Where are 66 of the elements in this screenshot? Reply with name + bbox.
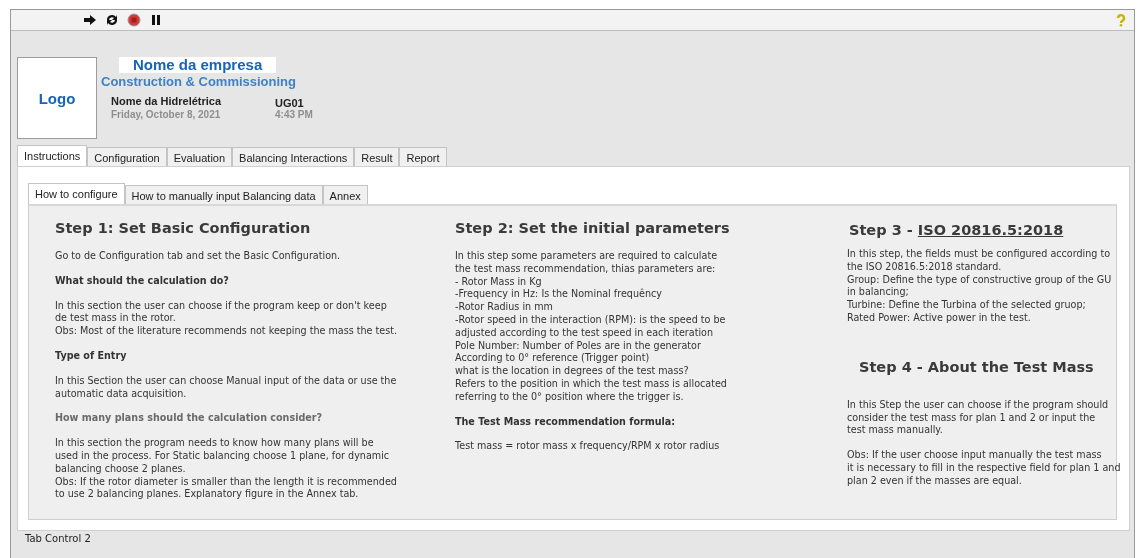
section-label: Type of Entry bbox=[55, 350, 128, 363]
instruction-line: Group: Define the type of constructive group of the GU bbox=[847, 273, 1113, 287]
instruction-line: In this step, the fields must be configured according to bbox=[847, 248, 1112, 261]
instruction-line: what is the location in degrees of the test mass? bbox=[455, 365, 690, 378]
main-tab[interactable]: Instructions bbox=[17, 145, 88, 166]
instruction-line: used in the process. For Static balancing choose 1 plane, for dynamic bbox=[55, 449, 391, 463]
instruction-line: -Rotor speed in the interaction (RPM): is the speed to be bbox=[455, 314, 727, 327]
instruction-line: In this Step the user can choose if the program should bbox=[847, 398, 1110, 412]
instruction-line: Go to de Configuration tab and set the Basic Configuration. bbox=[55, 250, 342, 263]
instruction-line: -Rotor Radius in mm bbox=[455, 301, 554, 314]
instruction-line: adjusted according to the test speed in each iteration bbox=[455, 326, 715, 340]
step-heading: Step 2: Set the initial parameters bbox=[455, 220, 731, 236]
instruction-line: Turbine: Define the Turbina of the selected gruop; bbox=[847, 299, 1087, 312]
time-text: 4:43 PM bbox=[275, 109, 313, 120]
instruction-line: the ISO 20816.5:2018 standard. bbox=[847, 260, 1003, 274]
tab-control-label: Tab Control 2 bbox=[25, 533, 92, 544]
instruction-line: Pole Number: Number of Poles are in the generator bbox=[455, 339, 702, 353]
stop-icon[interactable] bbox=[127, 13, 141, 27]
instruction-line: test mass manually. bbox=[847, 424, 944, 438]
instruction-line: plan 2 even if the masses are equal. bbox=[847, 474, 1023, 488]
instruction-line: to use 2 balancing planes. Explanatory figure in the Annex tab. bbox=[55, 488, 360, 502]
instruction-line: in balancing; bbox=[847, 286, 910, 300]
instruction-line: In this section the user can choose if the program keep or don't keep bbox=[55, 299, 388, 313]
sub-tab[interactable]: How to configure bbox=[28, 183, 125, 204]
standard-link[interactable]: ISO 20816.5:2018 bbox=[917, 222, 1064, 238]
instruction-line: it is necessary to fill in the respective field for plan 1 and bbox=[847, 461, 1121, 475]
section-label: The Test Mass recommendation formula: bbox=[455, 415, 677, 429]
instruction-line: Refers to the position in which the test mass is allocated bbox=[455, 377, 728, 391]
instruction-line: de test mass in the rotor. bbox=[55, 312, 177, 326]
instruction-line: In this step some parameters are required to calculate bbox=[455, 250, 719, 263]
main-tab[interactable]: Configuration bbox=[87, 147, 167, 166]
main-tab[interactable]: Result bbox=[354, 147, 400, 166]
instruction-line: -Frequency in Hz: Is the Nominal frequêncy bbox=[455, 288, 663, 302]
instruction-line: balancing choose 2 planes. bbox=[55, 462, 187, 476]
step-heading: Step 3 - bbox=[849, 222, 914, 238]
sub-tab[interactable]: Annex bbox=[322, 185, 368, 204]
instruction-line: In this section the program needs to know how many plans will be bbox=[55, 437, 375, 450]
pause-icon[interactable] bbox=[149, 13, 163, 27]
sub-tab[interactable]: How to manually input Balancing data bbox=[124, 185, 323, 204]
step-heading: Step 1: Set Basic Configuration bbox=[55, 220, 312, 236]
instruction-line: automatic data acquisition. bbox=[55, 387, 188, 401]
main-tab[interactable]: Report bbox=[399, 147, 447, 166]
instruction-line: Test mass = rotor mass x frequency/RPM x rotor radius bbox=[455, 440, 721, 454]
logo-text: Logo bbox=[38, 89, 76, 107]
instruction-line: - Rotor Mass in Kg bbox=[455, 275, 543, 289]
instruction-line: Obs: If the rotor diameter is smaller than the length it is recommended bbox=[55, 475, 398, 489]
main-tab[interactable]: Balancing Interactions bbox=[232, 147, 355, 166]
instruction-line: Obs: Most of the literature recommends not keeping the mass the test. bbox=[55, 325, 398, 338]
instruction-line: consider the test mass for plan 1 and 2 or input the bbox=[847, 411, 1097, 425]
refresh-icon[interactable] bbox=[105, 13, 119, 27]
instruction-line: According to 0° reference (Trigger point) bbox=[455, 352, 651, 366]
date-text: Friday, October 8, 2021 bbox=[111, 109, 222, 120]
instruction-line: Obs: If the user choose input manually the test mass bbox=[847, 449, 1103, 462]
section-label: How many plans should the calculation consider? bbox=[55, 412, 324, 426]
unit-name: UG01 bbox=[275, 96, 305, 109]
company-name: Nome da empresa bbox=[119, 57, 277, 73]
instruction-line: Rated Power: Active power in the test. bbox=[847, 312, 1032, 325]
instruction-line: the test mass recommendation, thias parameters are: bbox=[455, 262, 717, 276]
company-subtitle: Construction & Commissioning bbox=[101, 74, 297, 89]
step-heading: Step 4 - About the Test Mass bbox=[859, 358, 1095, 375]
plant-name: Nome da Hidrelétrica bbox=[111, 94, 223, 109]
instruction-line: In this Section the user can choose Manual input of the data or use the bbox=[55, 374, 398, 388]
section-label: What should the calculation do? bbox=[55, 274, 230, 288]
main-tab[interactable]: Evaluation bbox=[166, 147, 233, 166]
run-arrow-icon[interactable] bbox=[83, 13, 97, 27]
instruction-line: referring to the 0° position where the trigger is. bbox=[455, 390, 685, 404]
